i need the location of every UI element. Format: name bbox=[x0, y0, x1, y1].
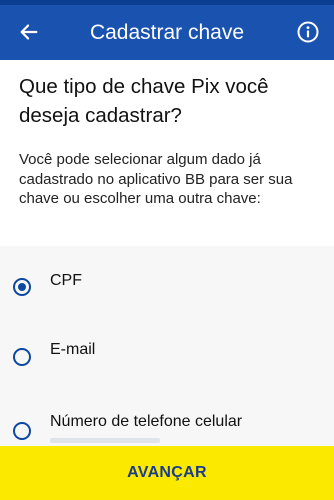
key-type-options: CPF E-mail Número de telefone celular bbox=[0, 246, 334, 446]
option-subtext-placeholder bbox=[50, 438, 160, 443]
radio-unselected-icon[interactable] bbox=[13, 422, 31, 440]
advance-button[interactable]: AVANÇAR bbox=[0, 446, 334, 500]
arrow-left-icon bbox=[20, 24, 38, 40]
page-title: Cadastrar chave bbox=[89, 21, 245, 44]
advance-button-label: AVANÇAR bbox=[127, 464, 207, 481]
app-header: Cadastrar chave bbox=[0, 5, 334, 60]
option-label: E-mail bbox=[50, 341, 96, 358]
back-button[interactable] bbox=[10, 13, 48, 51]
option-cpf[interactable]: CPF bbox=[0, 256, 334, 316]
option-label: Número de telefone celular bbox=[50, 413, 243, 430]
info-button[interactable] bbox=[290, 14, 326, 50]
radio-selected-icon[interactable] bbox=[13, 278, 31, 296]
description-text: Você pode selecionar algum dado já cadas… bbox=[19, 151, 293, 207]
radio-unselected-icon[interactable] bbox=[13, 348, 31, 366]
info-icon bbox=[297, 21, 319, 43]
option-phone[interactable]: Número de telefone celular bbox=[0, 398, 334, 446]
option-label: CPF bbox=[50, 272, 82, 289]
question-heading: Que tipo de chave Pix você deseja cadast… bbox=[19, 75, 269, 127]
option-email[interactable]: E-mail bbox=[0, 326, 334, 386]
